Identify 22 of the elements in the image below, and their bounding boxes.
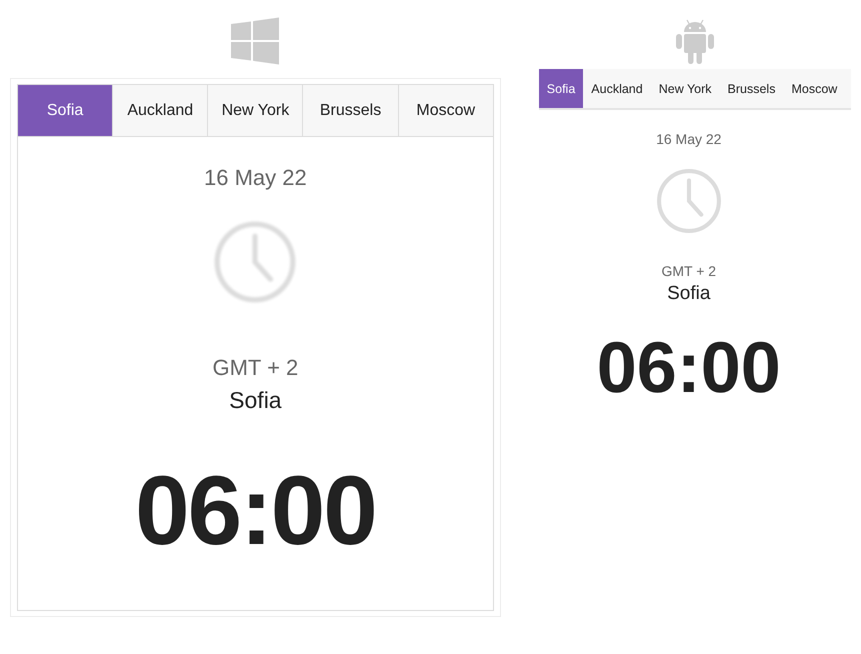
city-tab[interactable]: Auckland [583,69,651,108]
clock-icon [212,219,298,305]
date-label: 16 May 22 [656,131,722,147]
windows-logo-icon [231,17,280,65]
city-name: Sofia [667,283,710,305]
city-name: Sofia [229,387,282,414]
time-display: 06:00 [596,327,781,409]
city-tab[interactable]: Auckland [113,85,208,137]
city-tab[interactable]: Sofia [18,85,114,137]
timezone-offset: GMT + 2 [661,263,716,279]
time-display: 06:00 [135,454,376,567]
city-tab[interactable]: Moscow [398,85,493,137]
date-label: 16 May 22 [204,165,307,191]
timezone-offset: GMT + 2 [212,355,298,381]
clock-icon [654,167,723,235]
city-tab[interactable]: New York [650,69,720,108]
android-logo-icon [674,17,715,65]
city-tab[interactable]: Moscow [783,69,846,108]
city-tab[interactable]: New York [208,85,304,137]
city-tab[interactable]: Brussels [720,69,784,108]
city-tab[interactable]: Sofia [538,69,584,108]
city-tab[interactable]: Brussels [303,85,399,137]
